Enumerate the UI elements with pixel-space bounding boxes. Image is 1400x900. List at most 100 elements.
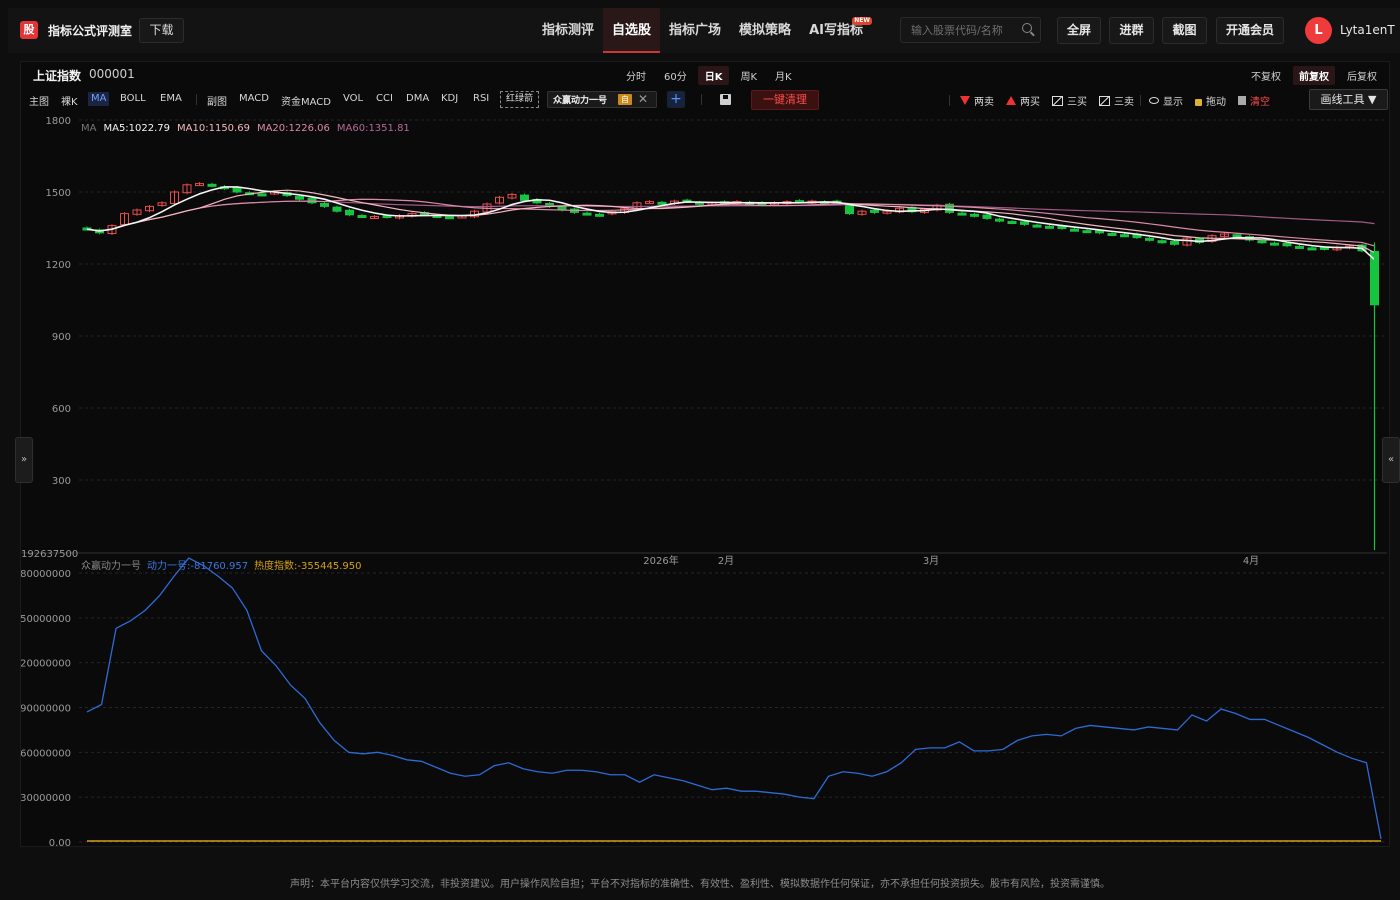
candle-body xyxy=(520,194,529,201)
candle-body xyxy=(1307,247,1317,251)
expand-right-handle[interactable]: « xyxy=(1382,437,1400,483)
indicator-vol[interactable]: VOL xyxy=(343,93,363,104)
close-icon[interactable]: ✕ xyxy=(638,92,648,106)
tool-two-sell[interactable]: 两卖 xyxy=(960,93,994,108)
indicator-dma[interactable]: DMA xyxy=(406,93,429,104)
candle-body xyxy=(257,193,267,197)
tool-label: 三卖 xyxy=(1114,97,1134,108)
tool-label: 两卖 xyxy=(974,97,994,108)
chart-svg[interactable]: 1800 1500 1200 900 600 300 2026年 2月 3月 4月 19263750… xyxy=(14,112,1391,849)
tool-label: 三买 xyxy=(1067,97,1087,108)
main-nav: 指标测评 自选股 指标广场 模拟策略 AI写指标 NEW xyxy=(533,8,872,53)
stock-search[interactable] xyxy=(900,17,1041,43)
indicator-boll[interactable]: BOLL xyxy=(120,93,146,104)
draw-tools-menu[interactable]: 画线工具 ▼ xyxy=(1309,89,1388,110)
line-draw-icon xyxy=(1099,95,1110,106)
download-button[interactable]: 下载 xyxy=(139,18,184,43)
tool-label: 拖动 xyxy=(1206,97,1226,108)
clear-all-button[interactable]: 一键清理 xyxy=(751,90,819,110)
ma5-value: MA5:1022.79 xyxy=(103,123,171,134)
nav-ai-indicator[interactable]: AI写指标 NEW xyxy=(800,8,872,53)
tool-clear[interactable]: 清空 xyxy=(1238,93,1270,108)
candle-body xyxy=(1120,234,1129,238)
tab-no-adjust[interactable]: 不复权 xyxy=(1245,66,1287,85)
search-input[interactable] xyxy=(901,18,1016,42)
ma60-value: MA60:1351.81 xyxy=(336,123,410,134)
candle-body xyxy=(845,204,854,215)
nav-label: 指标测评 xyxy=(542,23,595,38)
y-tick-label: 1500 xyxy=(46,188,71,199)
indicator-rsi[interactable]: RSI xyxy=(473,93,489,104)
indicator-ma[interactable]: MA xyxy=(88,92,110,106)
candle-body xyxy=(1045,225,1054,229)
y-tick-label: 900 xyxy=(52,332,71,343)
eye-icon xyxy=(1149,97,1159,104)
candle-body xyxy=(1020,221,1029,225)
tool-three-buy[interactable]: 三买 xyxy=(1052,93,1087,108)
candle-body xyxy=(982,214,992,219)
tab-monthly[interactable]: 月K xyxy=(768,66,799,85)
search-icon[interactable] xyxy=(1022,23,1032,33)
tool-two-buy[interactable]: 两买 xyxy=(1006,93,1040,108)
candle-body xyxy=(595,213,604,217)
indicator-naked-k[interactable]: 裸K xyxy=(61,93,78,108)
sub-y-tick-label: 90000000 xyxy=(21,704,71,715)
divider xyxy=(1140,95,1141,106)
indicator-fund-macd[interactable]: 资金MACD xyxy=(281,93,331,108)
custom-indicator-chip[interactable]: 众赢动力一号 自 ✕ xyxy=(547,91,657,108)
disclaimer: 声明：本平台内容仅供学习交流，非投资建议。用户操作风险自担；平台不对指标的准确性… xyxy=(290,879,1110,890)
sub-y-tick-label: 180000000 xyxy=(21,569,71,580)
vip-button[interactable]: 开通会员 xyxy=(1216,17,1284,44)
sub-y-tick-label: 120000000 xyxy=(21,659,71,670)
divider xyxy=(196,94,197,105)
indicator-red-green-arrow[interactable]: 红绿箭 xyxy=(500,91,540,108)
candle-body xyxy=(957,212,967,216)
screenshot-button[interactable]: 截图 xyxy=(1162,17,1207,44)
adjust-tabs: 不复权 前复权 后复权 xyxy=(1245,66,1383,85)
nav-watchlist[interactable]: 自选股 xyxy=(603,8,661,53)
heat-index-value: 热度指数:-355445.950 xyxy=(254,561,362,572)
tool-show[interactable]: 显示 xyxy=(1149,93,1183,108)
tab-forward-adjust[interactable]: 前复权 xyxy=(1293,66,1335,85)
indicator-cci[interactable]: CCI xyxy=(376,93,393,104)
expand-left-handle[interactable]: » xyxy=(15,437,33,483)
candle-body xyxy=(1070,228,1079,232)
tab-60min[interactable]: 60分 xyxy=(657,66,694,85)
tool-drag[interactable]: 拖动 xyxy=(1195,93,1226,108)
candle-body xyxy=(582,212,592,216)
avatar[interactable]: L xyxy=(1305,17,1332,44)
indicator-toolbar: 主图 裸K MA BOLL EMA 副图 MACD 资金MACD VOL CCI… xyxy=(21,89,1391,111)
tool-label: 两买 xyxy=(1020,97,1040,108)
tool-three-sell[interactable]: 三卖 xyxy=(1099,93,1134,108)
indicator-macd[interactable]: MACD xyxy=(239,93,269,104)
tab-daily[interactable]: 日K xyxy=(697,66,730,85)
username[interactable]: Lyta1enT xyxy=(1340,23,1395,37)
draw-tools: 两卖 两买 三买 三卖 显示 拖动 清空 xyxy=(949,93,1282,108)
candle-body xyxy=(332,206,342,212)
sub-y-tick-label: 0.00 xyxy=(49,838,71,848)
divider xyxy=(949,95,950,106)
tab-weekly[interactable]: 周K xyxy=(733,66,764,85)
candle-body xyxy=(657,201,667,205)
save-icon[interactable] xyxy=(720,94,731,105)
ma-legend-prefix: MA xyxy=(81,123,97,134)
indicator-ema[interactable]: EMA xyxy=(160,93,182,104)
join-group-button[interactable]: 进群 xyxy=(1109,17,1154,44)
candle-body xyxy=(1257,240,1267,244)
candle-body xyxy=(1082,230,1092,234)
tab-backward-adjust[interactable]: 后复权 xyxy=(1341,66,1383,85)
app-logo[interactable]: 股 指标公式评测室 xyxy=(20,21,132,39)
fullscreen-button[interactable]: 全屏 xyxy=(1057,17,1101,44)
tab-intraday[interactable]: 分时 xyxy=(619,66,653,85)
app-title: 指标公式评测室 xyxy=(48,23,133,38)
sub-top-value: 192637500 xyxy=(21,549,78,560)
nav-indicator-square[interactable]: 指标广场 xyxy=(660,8,730,53)
chart-area[interactable]: 1800 1500 1200 900 600 300 2026年 2月 3月 4月 19263750… xyxy=(14,112,1391,849)
add-indicator-button[interactable]: + xyxy=(667,91,685,108)
nav-label: 模拟策略 xyxy=(739,23,792,38)
indicator-kdj[interactable]: KDJ xyxy=(441,93,458,104)
nav-indicator-review[interactable]: 指标测评 xyxy=(533,8,603,53)
stock-logo-icon: 股 xyxy=(20,21,38,39)
candle-body xyxy=(445,216,454,220)
nav-sim-strategy[interactable]: 模拟策略 xyxy=(730,8,800,53)
